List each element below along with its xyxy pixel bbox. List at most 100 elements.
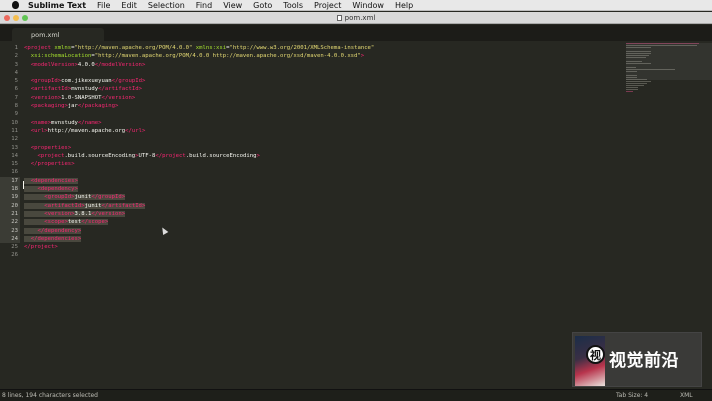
line-number[interactable]: 18: [0, 185, 20, 194]
code-token: mvnstudy: [50, 119, 78, 126]
line-number[interactable]: 15: [0, 160, 20, 168]
code-token: dependency: [44, 227, 78, 234]
menu-file[interactable]: File: [92, 0, 116, 11]
syntax-selector[interactable]: XML: [680, 392, 693, 399]
line-number[interactable]: 24: [0, 234, 20, 244]
line-number[interactable]: 14: [0, 152, 20, 160]
close-window-button[interactable]: [4, 15, 10, 21]
code-line[interactable]: </properties>: [24, 160, 624, 168]
line-number[interactable]: 10: [0, 119, 20, 127]
code-token: >: [104, 219, 109, 226]
line-number[interactable]: 22: [0, 218, 20, 227]
apple-icon[interactable]: [8, 0, 22, 11]
minimap-line: [626, 91, 633, 92]
line-number[interactable]: 5: [0, 77, 20, 85]
tab-pom-xml[interactable]: pom.xml: [12, 28, 104, 41]
line-number[interactable]: 16: [0, 168, 20, 176]
code-line[interactable]: <name>mvnstudy</name>: [24, 119, 624, 127]
menu-bar: Sublime Text File Edit Selection Find Vi…: [0, 0, 712, 11]
code-token: junit: [84, 202, 102, 209]
code-token: >: [77, 227, 82, 234]
code-token: >: [121, 194, 126, 201]
code-area[interactable]: <project xmlns="http://maven.apache.org/…: [24, 44, 624, 260]
menu-help[interactable]: Help: [389, 0, 418, 11]
code-line[interactable]: </dependencies>: [24, 235, 624, 243]
code-token: modelVersion: [34, 61, 75, 68]
line-number[interactable]: 11: [0, 127, 20, 135]
window-title-bar[interactable]: pom.xml: [0, 12, 712, 24]
code-line[interactable]: <dependencies>: [24, 177, 624, 185]
code-line[interactable]: <artifactId>junit</artifactId>: [24, 202, 624, 210]
menu-edit[interactable]: Edit: [116, 0, 143, 11]
line-number[interactable]: 20: [0, 201, 20, 210]
line-number[interactable]: 7: [0, 94, 20, 102]
line-number[interactable]: 19: [0, 193, 20, 202]
code-token: groupId: [118, 78, 142, 85]
line-number[interactable]: 2: [0, 52, 20, 60]
code-token: "http://maven.apache.org/POM/4.0.0": [74, 45, 193, 51]
menu-tools[interactable]: Tools: [278, 0, 309, 11]
code-token: >: [121, 210, 126, 217]
code-line[interactable]: <project xmlns="http://maven.apache.org/…: [24, 44, 624, 52]
line-number[interactable]: 6: [0, 85, 20, 93]
code-line[interactable]: <groupId>com.jikexueyuan</groupId>: [24, 77, 624, 85]
code-line[interactable]: <scope>test</scope>: [24, 218, 624, 226]
line-number[interactable]: 3: [0, 61, 20, 69]
code-token: xmlns:xsi: [192, 45, 227, 51]
menu-window[interactable]: Window: [347, 0, 390, 11]
menu-goto[interactable]: Goto: [248, 0, 278, 11]
line-number[interactable]: 17: [0, 176, 20, 186]
code-line[interactable]: [24, 69, 624, 77]
tab-size-selector[interactable]: Tab Size: 4: [616, 392, 648, 399]
line-number[interactable]: 13: [0, 144, 20, 152]
line-number[interactable]: 8: [0, 102, 20, 110]
line-number[interactable]: 21: [0, 209, 20, 219]
code-line[interactable]: <properties>: [24, 144, 624, 152]
menu-project[interactable]: Project: [309, 0, 347, 11]
line-number[interactable]: 4: [0, 69, 20, 77]
watermark-text: 视觉前沿: [609, 351, 679, 371]
code-line[interactable]: </project>: [24, 243, 624, 251]
menu-find[interactable]: Find: [190, 0, 217, 11]
line-number[interactable]: 23: [0, 226, 20, 235]
code-line[interactable]: <dependency>: [24, 185, 624, 193]
code-line[interactable]: xsi:schemaLocation="http://maven.apache.…: [24, 52, 624, 60]
code-token: >: [141, 202, 146, 209]
code-token: version: [47, 210, 72, 217]
line-number[interactable]: 12: [0, 135, 20, 143]
minimap[interactable]: [626, 43, 712, 92]
minimap-viewport[interactable]: [626, 43, 712, 80]
code-line[interactable]: <modelVersion>4.0.0</modelVersion>: [24, 61, 624, 69]
line-number[interactable]: 1: [0, 44, 20, 52]
menu-view[interactable]: View: [218, 0, 248, 11]
line-number[interactable]: 25: [0, 243, 20, 251]
code-line[interactable]: <version>3.8.1</version>: [24, 210, 624, 218]
menu-selection[interactable]: Selection: [142, 0, 190, 11]
line-number[interactable]: 9: [0, 110, 20, 118]
code-line[interactable]: </dependency>: [24, 227, 624, 235]
zoom-window-button[interactable]: [22, 15, 28, 21]
line-number[interactable]: 26: [0, 251, 20, 259]
code-line[interactable]: [24, 110, 624, 118]
code-token: >: [98, 119, 102, 126]
minimize-window-button[interactable]: [13, 15, 19, 21]
code-line[interactable]: <groupId>junit</groupId>: [24, 193, 624, 201]
code-line[interactable]: <artifactId>mvnstudy</artifactId>: [24, 85, 624, 93]
menu-app-name[interactable]: Sublime Text: [22, 0, 92, 11]
code-line[interactable]: [24, 168, 624, 176]
code-token: modelVersion: [101, 61, 142, 68]
window-controls: [4, 15, 28, 21]
code-line[interactable]: <packaging>jar</packaging>: [24, 102, 624, 110]
code-line[interactable]: [24, 135, 624, 143]
document-icon: [336, 14, 342, 21]
code-line[interactable]: <version>1.0-SNAPSHOT</version>: [24, 94, 624, 102]
window-title: pom.xml: [344, 13, 376, 22]
code-line[interactable]: <url>http://maven.apache.org</url>: [24, 127, 624, 135]
code-line[interactable]: [24, 251, 624, 259]
code-token: .build.sourceEncoding: [185, 152, 257, 159]
code-line[interactable]: <project.build.sourceEncoding>UTF-8</pro…: [24, 152, 624, 160]
line-number-gutter[interactable]: 1 2 3 4 5 6 7 8 9 10 11 12 13 14 15 16 17 18 19 20 21 22 23 24 2…: [0, 44, 20, 260]
